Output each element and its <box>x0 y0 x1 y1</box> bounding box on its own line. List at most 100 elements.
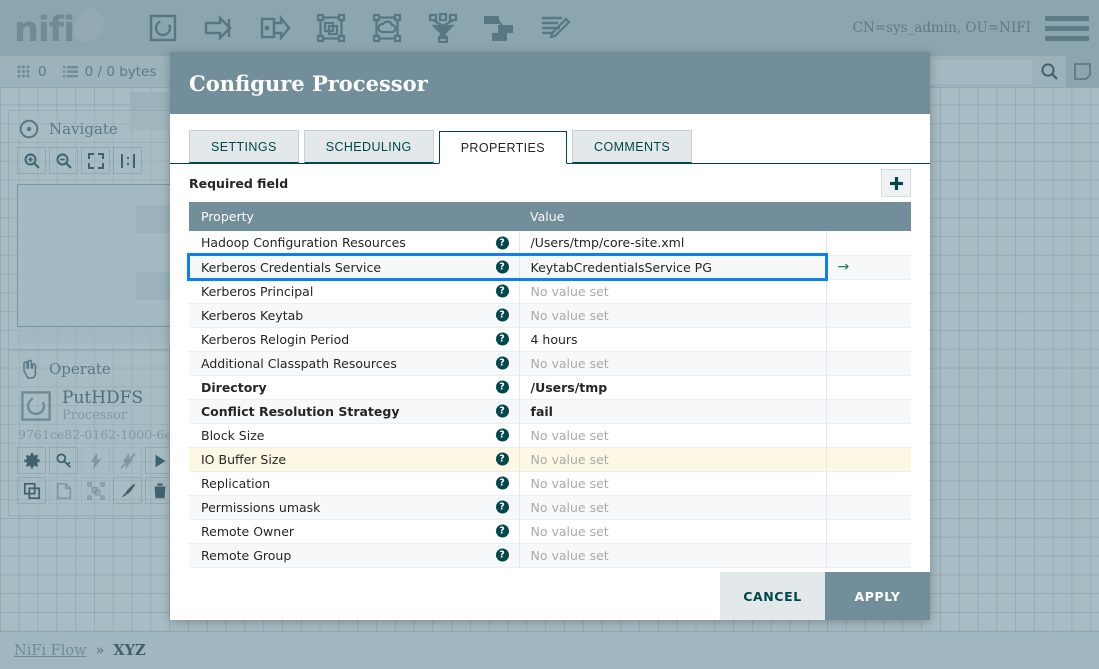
property-action-cell[interactable] <box>825 447 911 472</box>
property-action-cell[interactable] <box>825 495 911 520</box>
help-icon[interactable]: ? <box>495 356 509 370</box>
help-icon[interactable]: ? <box>495 524 509 538</box>
paste-icon[interactable] <box>49 477 78 505</box>
tab-settings[interactable]: SETTINGS <box>189 130 299 163</box>
help-icon[interactable]: ? <box>495 260 509 274</box>
copy-icon[interactable] <box>17 477 46 505</box>
property-name-cell[interactable]: IO Buffer Size? <box>189 447 519 472</box>
help-icon[interactable]: ? <box>495 236 509 250</box>
table-row[interactable]: Kerberos Relogin Period? 4 hours <box>189 327 911 352</box>
table-row[interactable]: Replication? No value set <box>189 471 911 496</box>
property-name-cell[interactable]: Remote Owner? <box>189 519 519 544</box>
property-name-cell[interactable]: Block Size? <box>189 423 519 448</box>
property-name-cell[interactable]: Replication? <box>189 471 519 496</box>
tab-comments[interactable]: COMMENTS <box>572 130 693 163</box>
gear-icon[interactable] <box>17 447 46 475</box>
help-icon[interactable]: ? <box>495 308 509 322</box>
property-value-cell[interactable]: /Users/tmp <box>518 375 826 400</box>
property-action-cell[interactable] <box>825 327 911 352</box>
help-icon[interactable]: ? <box>495 332 509 346</box>
property-value-cell[interactable]: No value set <box>518 423 826 448</box>
table-row[interactable]: IO Buffer Size? No value set <box>189 447 911 472</box>
property-name-cell[interactable]: Remote Group? <box>189 543 519 568</box>
key-icon[interactable] <box>49 447 78 475</box>
notes-icon[interactable] <box>1066 55 1099 88</box>
property-action-cell[interactable] <box>825 375 911 400</box>
property-value-cell[interactable]: KeytabCredentialsService PG <box>518 255 826 280</box>
lightning-off-icon[interactable] <box>113 447 142 475</box>
fit-screen-icon[interactable] <box>81 147 110 174</box>
actual-size-icon[interactable] <box>113 147 142 174</box>
help-icon[interactable]: ? <box>495 428 509 442</box>
input-port-icon[interactable] <box>191 6 247 50</box>
property-name-cell[interactable]: Directory? <box>189 375 519 400</box>
group-icon[interactable] <box>81 477 110 505</box>
table-row[interactable]: Permissions umask? No value set <box>189 495 911 520</box>
funnel-icon[interactable] <box>415 6 471 50</box>
hamburger-menu-icon[interactable] <box>1045 15 1089 41</box>
property-name-cell[interactable]: Kerberos Principal? <box>189 279 519 304</box>
table-row[interactable]: Conflict Resolution Strategy? fail <box>189 399 911 424</box>
property-action-cell[interactable] <box>825 303 911 328</box>
help-icon[interactable]: ? <box>495 452 509 466</box>
property-value-cell[interactable]: No value set <box>518 279 826 304</box>
property-action-cell[interactable] <box>825 543 911 568</box>
property-value-cell[interactable]: No value set <box>518 447 826 472</box>
paintbrush-icon[interactable] <box>113 477 142 505</box>
add-property-button[interactable] <box>881 169 911 197</box>
property-value-cell[interactable]: fail <box>518 399 826 424</box>
help-icon[interactable]: ? <box>495 404 509 418</box>
table-row[interactable]: Directory? /Users/tmp <box>189 375 911 400</box>
property-value-cell[interactable]: /Users/tmp/core-site.xml <box>518 231 826 256</box>
property-name-cell[interactable]: Conflict Resolution Strategy? <box>189 399 519 424</box>
table-row[interactable]: Kerberos Keytab? No value set <box>189 303 911 328</box>
property-action-cell[interactable] <box>825 279 911 304</box>
help-icon[interactable]: ? <box>495 284 509 298</box>
property-name-cell[interactable]: Kerberos Credentials Service? <box>189 255 519 280</box>
table-row[interactable]: Remote Group? No value set <box>189 543 911 568</box>
tab-scheduling[interactable]: SCHEDULING <box>303 130 434 163</box>
property-value-cell[interactable]: No value set <box>518 519 826 544</box>
breadcrumb-root[interactable]: NiFi Flow <box>14 643 86 659</box>
lightning-icon[interactable] <box>81 447 110 475</box>
table-row[interactable]: Block Size? No value set <box>189 423 911 448</box>
property-action-cell[interactable] <box>825 399 911 424</box>
property-name-cell[interactable]: Kerberos Keytab? <box>189 303 519 328</box>
property-action-cell[interactable]: → <box>825 255 911 280</box>
table-row[interactable]: Hadoop Configuration Resources? /Users/tm… <box>189 231 911 256</box>
zoom-out-icon[interactable] <box>49 147 78 174</box>
cancel-button[interactable]: CANCEL <box>720 572 825 620</box>
template-icon[interactable] <box>471 6 527 50</box>
search-icon[interactable] <box>1033 56 1066 88</box>
help-icon[interactable]: ? <box>495 380 509 394</box>
property-value-cell[interactable]: No value set <box>518 351 826 376</box>
table-row[interactable]: Additional Classpath Resources? No value … <box>189 351 911 376</box>
property-action-cell[interactable] <box>825 471 911 496</box>
table-row[interactable]: Kerberos Credentials Service? KeytabCrede… <box>189 255 911 280</box>
property-value-cell[interactable]: No value set <box>518 303 826 328</box>
output-port-icon[interactable] <box>247 6 303 50</box>
remote-process-group-icon[interactable] <box>359 6 415 50</box>
minimap[interactable] <box>17 184 196 327</box>
property-name-cell[interactable]: Additional Classpath Resources? <box>189 351 519 376</box>
property-action-cell[interactable] <box>825 519 911 544</box>
label-icon[interactable] <box>527 6 583 50</box>
process-group-icon[interactable] <box>303 6 359 50</box>
property-name-cell[interactable]: Hadoop Configuration Resources? <box>189 231 519 256</box>
help-icon[interactable]: ? <box>495 548 509 562</box>
table-row[interactable]: Kerberos Principal? No value set <box>189 279 911 304</box>
property-value-cell[interactable]: No value set <box>518 471 826 496</box>
property-action-cell[interactable] <box>825 231 911 256</box>
help-icon[interactable]: ? <box>495 476 509 490</box>
property-action-cell[interactable] <box>825 351 911 376</box>
zoom-in-icon[interactable] <box>17 147 46 174</box>
property-name-cell[interactable]: Kerberos Relogin Period? <box>189 327 519 352</box>
property-value-cell[interactable]: No value set <box>518 495 826 520</box>
apply-button[interactable]: APPLY <box>825 572 930 620</box>
property-name-cell[interactable]: Permissions umask? <box>189 495 519 520</box>
processor-icon[interactable] <box>135 6 191 50</box>
property-action-cell[interactable] <box>825 423 911 448</box>
tab-properties[interactable]: PROPERTIES <box>438 131 568 164</box>
table-row[interactable]: Remote Owner? No value set <box>189 519 911 544</box>
property-value-cell[interactable]: No value set <box>518 543 826 568</box>
